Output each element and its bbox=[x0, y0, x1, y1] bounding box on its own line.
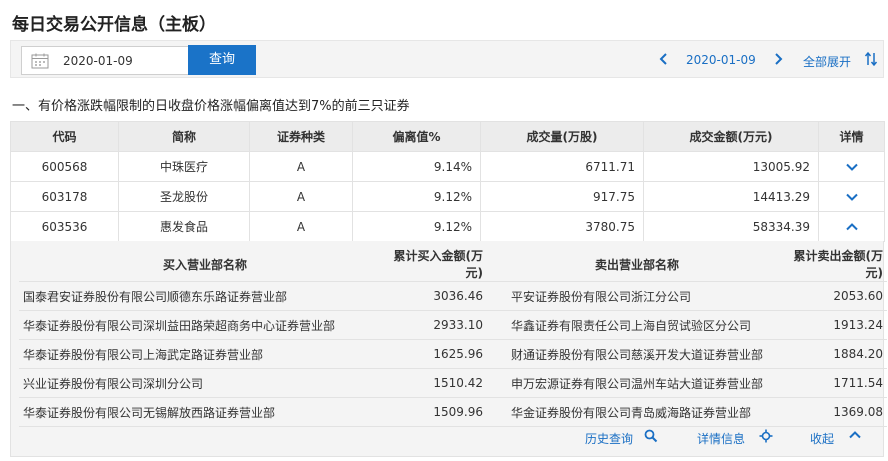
toolbar: 2020-01-09 查询 2020-01-09 全部展开 bbox=[10, 40, 884, 78]
collapse-link[interactable]: 收起 bbox=[810, 430, 834, 447]
cell-amount: 13005.92 bbox=[643, 151, 819, 182]
sell-amount: 1711.54 bbox=[787, 368, 887, 398]
sell-name: 申万宏源证券有限公司温州车站大道证券营业部 bbox=[487, 368, 787, 398]
detail-toggle[interactable] bbox=[818, 181, 885, 212]
header-type: 证券种类 bbox=[249, 121, 353, 152]
main-table: 代码 简称 证券种类 偏离值% 成交量(万股) 成交金额(万元) 详情 6005… bbox=[10, 121, 885, 242]
detail-header-row: 买入营业部名称 累计买入金额(万元) 卖出营业部名称 累计卖出金额(万元) bbox=[19, 247, 887, 282]
date-value: 2020-01-09 bbox=[63, 54, 133, 68]
buy-name: 兴业证券股份有限公司深圳分公司 bbox=[19, 368, 391, 398]
detail-toggle[interactable] bbox=[818, 151, 885, 182]
header-name: 简称 bbox=[118, 121, 250, 152]
cell-type: A bbox=[249, 211, 353, 242]
sell-amount: 1913.24 bbox=[787, 310, 887, 340]
cell-deviation: 9.12% bbox=[352, 211, 481, 242]
header-buy-name: 买入营业部名称 bbox=[19, 247, 391, 282]
buy-amount: 3036.46 bbox=[391, 281, 487, 311]
header-volume: 成交量(万股) bbox=[480, 121, 644, 152]
detail-row: 华泰证券股份有限公司上海武定路证券营业部 1625.96 财通证券股份有限公司慈… bbox=[19, 339, 887, 369]
cell-volume: 917.75 bbox=[480, 181, 644, 212]
cell-code: 603178 bbox=[10, 181, 119, 212]
sell-name: 华鑫证券有限责任公司上海自贸试验区分公司 bbox=[487, 310, 787, 340]
nav-date[interactable]: 2020-01-09 bbox=[686, 53, 756, 67]
cell-name: 惠发食品 bbox=[118, 211, 250, 242]
sell-amount: 1884.20 bbox=[787, 339, 887, 369]
header-buy-amount: 累计买入金额(万元) bbox=[391, 247, 487, 282]
table-row: 600568 中珠医疗 A 9.14% 6711.71 13005.92 bbox=[10, 151, 885, 182]
buy-name: 国泰君安证券股份有限公司顺德东乐路证券营业部 bbox=[19, 281, 391, 311]
cell-name: 圣龙股份 bbox=[118, 181, 250, 212]
buy-name: 华泰证券股份有限公司上海武定路证券营业部 bbox=[19, 339, 391, 369]
cell-type: A bbox=[249, 151, 353, 182]
history-query-link[interactable]: 历史查询 bbox=[585, 430, 633, 447]
query-button[interactable]: 查询 bbox=[188, 45, 256, 75]
buy-amount: 1625.96 bbox=[391, 339, 487, 369]
page-title: 每日交易公开信息（主板） bbox=[12, 15, 216, 35]
search-icon[interactable] bbox=[644, 429, 658, 443]
buy-name: 华泰证券股份有限公司深圳益田路荣超商务中心证券营业部 bbox=[19, 310, 391, 340]
header-deviation: 偏离值% bbox=[352, 121, 481, 152]
cell-deviation: 9.12% bbox=[352, 181, 481, 212]
detail-row: 兴业证券股份有限公司深圳分公司 1510.42 申万宏源证券有限公司温州车站大道… bbox=[19, 368, 887, 398]
crosshair-icon[interactable] bbox=[759, 429, 773, 443]
sell-amount: 2053.60 bbox=[787, 281, 887, 311]
detail-row: 国泰君安证券股份有限公司顺德东乐路证券营业部 3036.46 平安证券股份有限公… bbox=[19, 281, 887, 311]
detail-panel: 买入营业部名称 累计买入金额(万元) 卖出营业部名称 累计卖出金额(万元) 国泰… bbox=[10, 241, 887, 457]
cell-amount: 58334.39 bbox=[643, 211, 819, 242]
chevron-down-icon[interactable] bbox=[845, 163, 858, 171]
buy-amount: 1510.42 bbox=[391, 368, 487, 398]
chevron-down-icon[interactable] bbox=[845, 193, 858, 201]
chevron-left-icon[interactable] bbox=[659, 52, 669, 66]
sell-name: 平安证券股份有限公司浙江分公司 bbox=[487, 281, 787, 311]
cell-code: 600568 bbox=[10, 151, 119, 182]
table-row: 603536 惠发食品 A 9.12% 3780.75 58334.39 bbox=[10, 211, 885, 242]
header-detail: 详情 bbox=[818, 121, 885, 152]
cell-name: 中珠医疗 bbox=[118, 151, 250, 182]
calendar-icon bbox=[31, 53, 49, 69]
detail-row: 华泰证券股份有限公司深圳益田路荣超商务中心证券营业部 2933.10 华鑫证券有… bbox=[19, 310, 887, 340]
detail-toggle[interactable] bbox=[818, 211, 885, 242]
chevron-up-icon[interactable] bbox=[845, 223, 858, 231]
date-picker[interactable]: 2020-01-09 bbox=[21, 46, 192, 75]
section-title: 一、有价格涨跌幅限制的日收盘价格涨幅偏离值达到7%的前三只证券 bbox=[12, 99, 410, 114]
chevron-right-icon[interactable] bbox=[773, 52, 783, 66]
sell-name: 财通证券股份有限公司慈溪开发大道证券营业部 bbox=[487, 339, 787, 369]
cell-volume: 3780.75 bbox=[480, 211, 644, 242]
table-header-row: 代码 简称 证券种类 偏离值% 成交量(万股) 成交金额(万元) 详情 bbox=[10, 121, 885, 152]
detail-info-link[interactable]: 详情信息 bbox=[697, 430, 745, 447]
table-row: 603178 圣龙股份 A 9.12% 917.75 14413.29 bbox=[10, 181, 885, 212]
sort-icon[interactable] bbox=[864, 51, 878, 67]
cell-amount: 14413.29 bbox=[643, 181, 819, 212]
cell-volume: 6711.71 bbox=[480, 151, 644, 182]
cell-deviation: 9.14% bbox=[352, 151, 481, 182]
cell-type: A bbox=[249, 181, 353, 212]
cell-code: 603536 bbox=[10, 211, 119, 242]
expand-all-link[interactable]: 全部展开 bbox=[803, 53, 851, 70]
detail-table: 买入营业部名称 累计买入金额(万元) 卖出营业部名称 累计卖出金额(万元) 国泰… bbox=[19, 247, 887, 427]
header-sell-amount: 累计卖出金额(万元) bbox=[787, 247, 887, 282]
header-sell-name: 卖出营业部名称 bbox=[487, 247, 787, 282]
chevron-up-icon[interactable] bbox=[849, 431, 861, 439]
detail-footer: 历史查询 详情信息 收起 bbox=[11, 422, 885, 452]
header-code: 代码 bbox=[10, 121, 119, 152]
header-amount: 成交金额(万元) bbox=[643, 121, 819, 152]
buy-amount: 2933.10 bbox=[391, 310, 487, 340]
